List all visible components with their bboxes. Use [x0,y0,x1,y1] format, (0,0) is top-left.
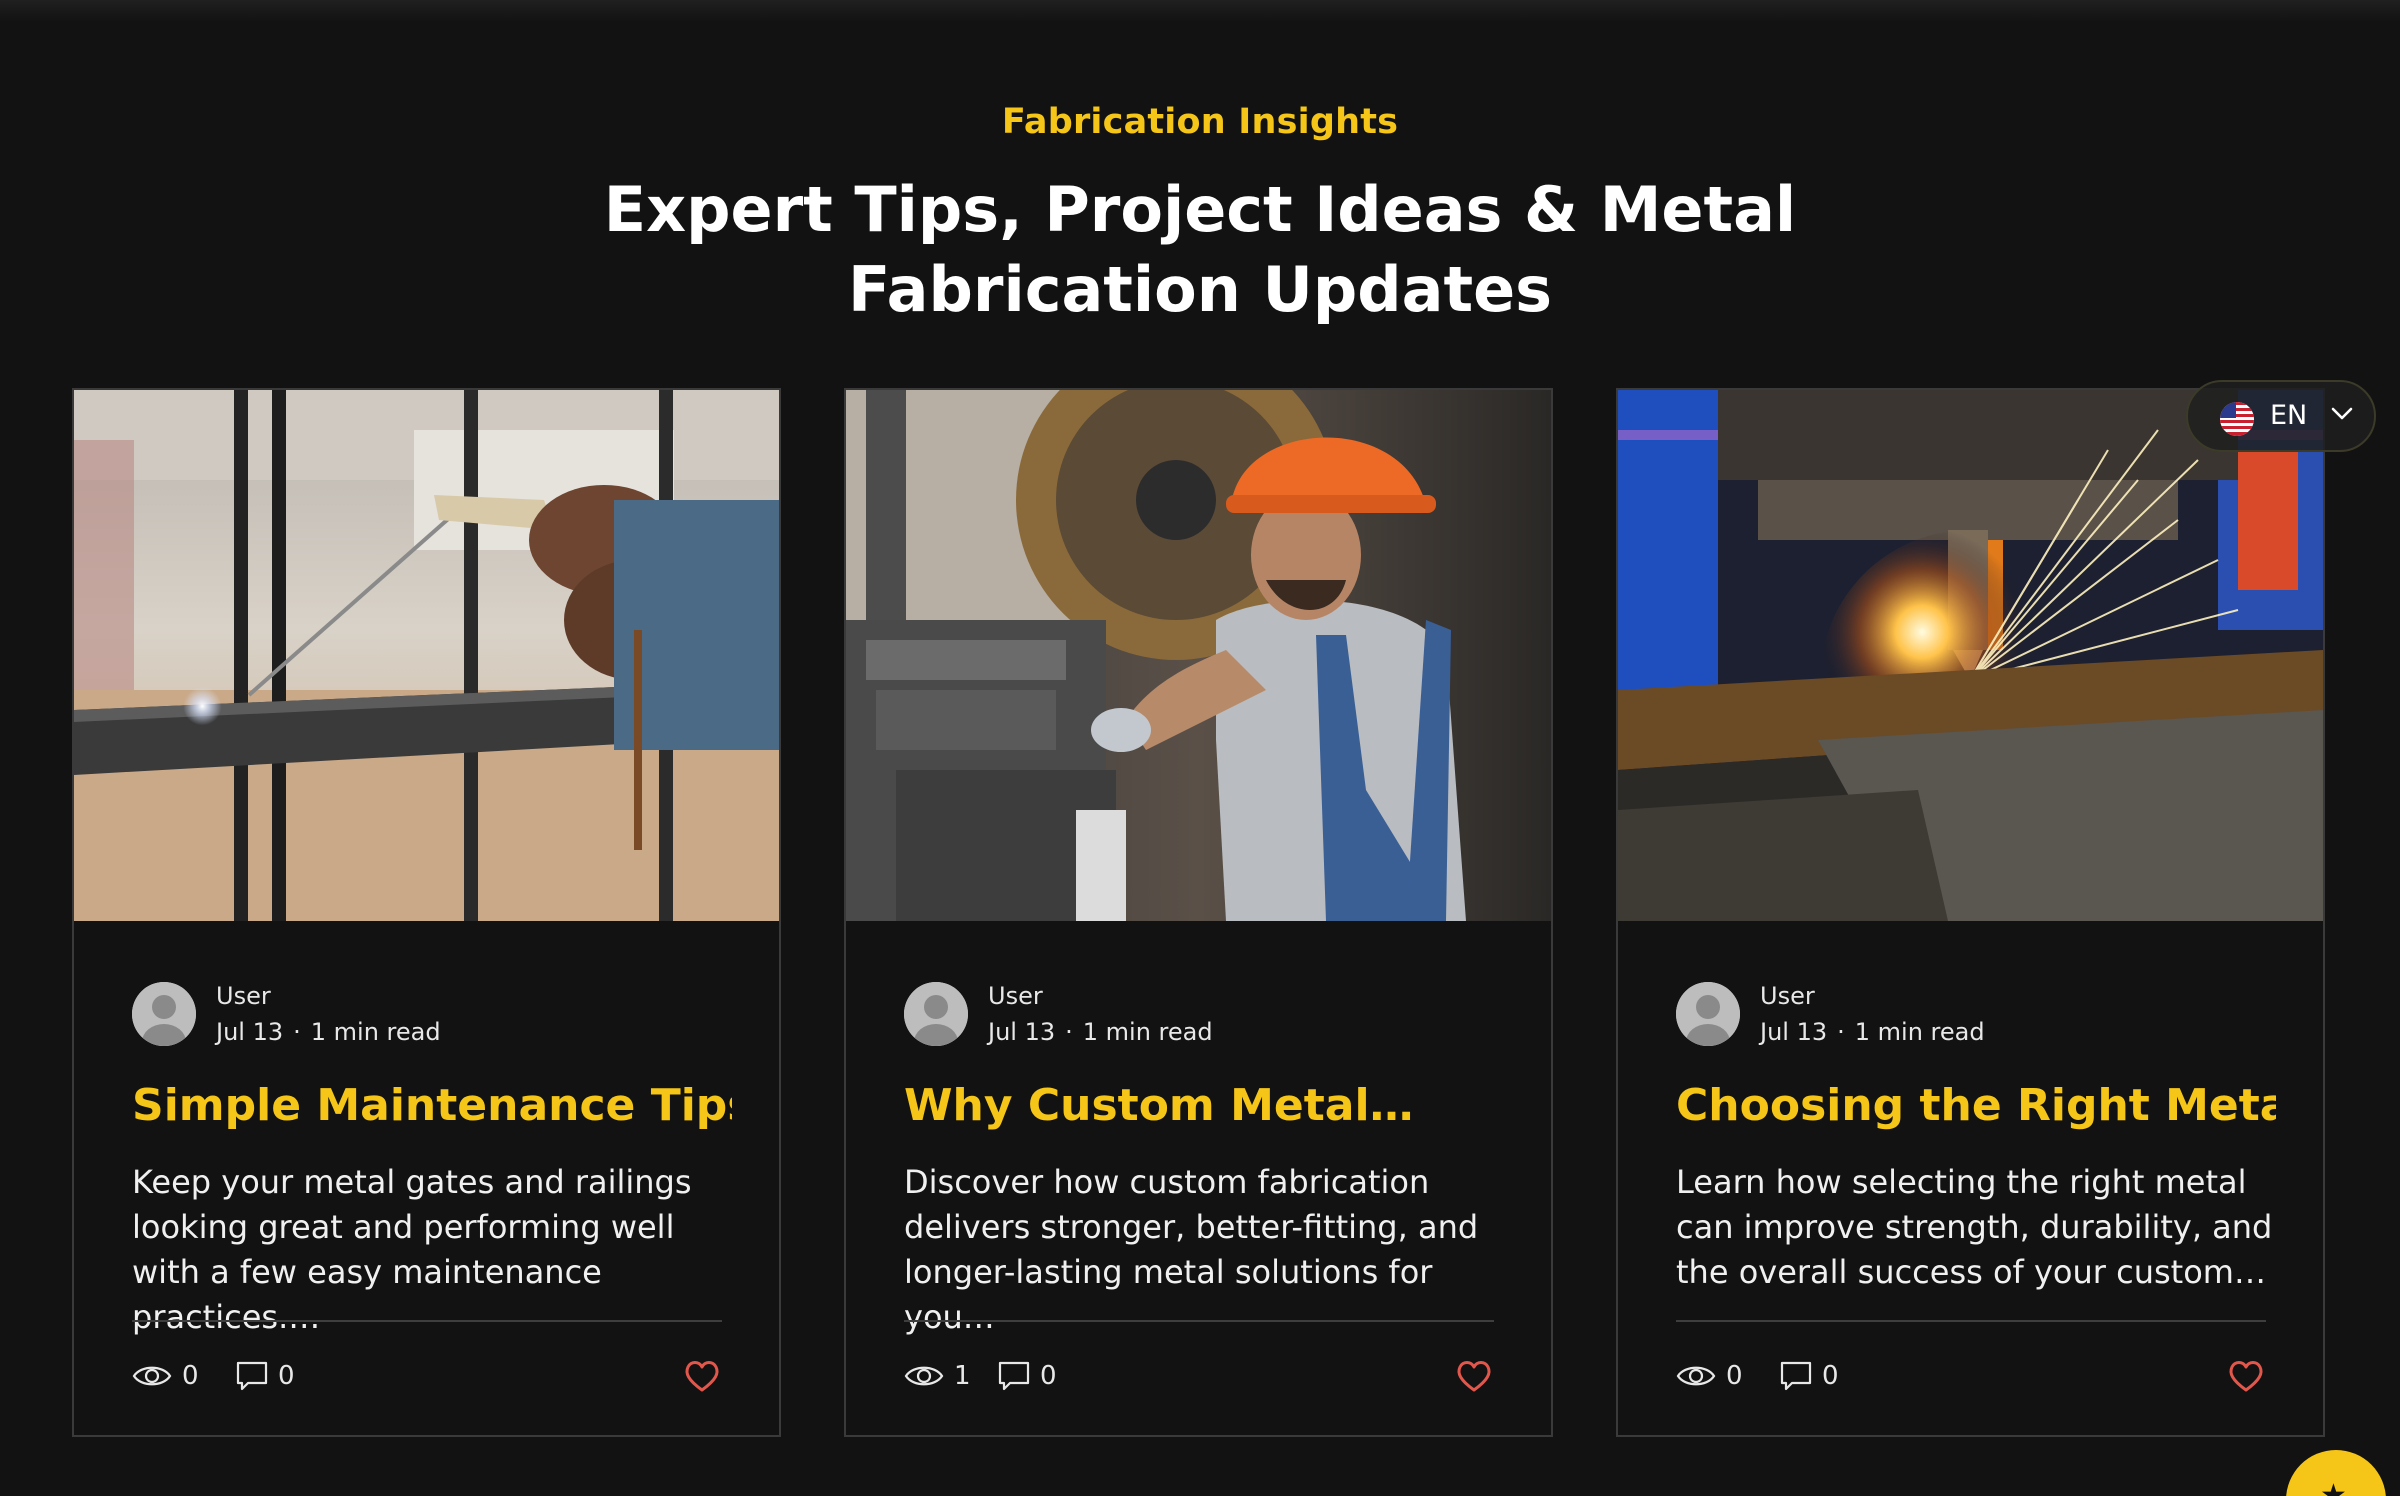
author-name[interactable]: User [216,982,271,1010]
post-excerpt[interactable]: Keep your metal gates and railings looki… [132,1160,732,1340]
post-stats: 0 0 [132,1356,722,1396]
comments-count: 0 [1822,1361,1839,1391]
author-avatar[interactable] [904,982,968,1046]
views-stat: 1 [904,1356,971,1396]
language-switcher[interactable]: EN [2186,380,2376,452]
section-headline: Expert Tips, Project Ideas & Metal Fabri… [600,170,1800,330]
star-icon: ★ [2320,1478,2347,1496]
post-meta: Jul 13 · 1 min read [988,1018,1213,1046]
card-divider [1676,1320,2266,1322]
author-name[interactable]: User [1760,982,1815,1010]
welding-gate-photo [74,390,779,921]
comments-stat[interactable]: 0 [1780,1356,1839,1396]
like-button[interactable] [1454,1356,1494,1396]
post-card[interactable]: User Jul 13 · 1 min read Simple Maintenanc… [72,388,781,1437]
worker-hard-hat-photo [846,390,1551,921]
post-cover-image[interactable] [74,390,779,921]
comment-icon [1780,1361,1812,1391]
post-meta: Jul 13 · 1 min read [1760,1018,1985,1046]
post-title[interactable]: Simple Maintenance Tips… [132,1080,732,1131]
meta-separator: · [293,1018,301,1046]
post-title[interactable]: Why Custom Metal… [904,1080,1504,1131]
meta-separator: · [1065,1018,1073,1046]
post-stats: 1 0 [904,1356,1494,1396]
comments-stat[interactable]: 0 [236,1356,295,1396]
us-flag-icon [2220,402,2254,436]
post-stats: 0 0 [1676,1356,2266,1396]
read-time: 1 min read [1082,1018,1213,1046]
card-divider [132,1320,722,1322]
card-divider [904,1320,1494,1322]
comments-stat[interactable]: 0 [998,1356,1057,1396]
post-card[interactable]: User Jul 13 · 1 min read Choosing the Righ… [1616,388,2325,1437]
post-card[interactable]: User Jul 13 · 1 min read Why Custom Metal…… [844,388,1553,1437]
heart-icon [1457,1361,1491,1392]
views-count: 0 [1726,1361,1743,1391]
post-title[interactable]: Choosing the Right Metal… [1676,1080,2276,1131]
author-avatar[interactable] [1676,982,1740,1046]
comments-count: 0 [278,1361,295,1391]
post-cover-image[interactable] [1618,390,2323,921]
header-shadow [0,0,2400,22]
like-button[interactable] [682,1356,722,1396]
read-time: 1 min read [310,1018,441,1046]
views-count: 0 [182,1361,199,1391]
views-stat: 0 [1676,1356,1743,1396]
eye-icon [132,1366,172,1386]
comment-icon [236,1361,268,1391]
post-author-row: User Jul 13 · 1 min read [904,982,1504,1050]
avatar-placeholder-icon [132,982,196,1046]
chevron-down-icon [2331,407,2353,420]
avatar-placeholder-icon [1676,982,1740,1046]
post-date: Jul 13 [216,1018,284,1046]
post-excerpt[interactable]: Discover how custom fabrication delivers… [904,1160,1504,1340]
section-eyebrow: Fabrication Insights [1001,102,1399,142]
comment-icon [998,1361,1030,1391]
post-date: Jul 13 [1760,1018,1828,1046]
blog-section: Fabrication Insights Expert Tips, Projec… [0,0,2400,1496]
post-author-row: User Jul 13 · 1 min read [132,982,732,1050]
post-excerpt[interactable]: Learn how selecting the right metal can … [1676,1160,2276,1295]
headline-line-2: Fabrication Updates [847,253,1553,326]
post-date: Jul 13 [988,1018,1056,1046]
heart-icon [2229,1361,2263,1392]
author-avatar[interactable] [132,982,196,1046]
plasma-cutting-sparks-photo [1618,390,2323,921]
floating-action-button[interactable]: ★ [2286,1450,2386,1496]
eye-icon [1676,1366,1716,1386]
comments-count: 0 [1040,1361,1057,1391]
author-name[interactable]: User [988,982,1043,1010]
headline-line-1: Expert Tips, Project Ideas & Metal [603,173,1797,246]
post-meta: Jul 13 · 1 min read [216,1018,441,1046]
read-time: 1 min read [1854,1018,1985,1046]
avatar-placeholder-icon [904,982,968,1046]
post-cover-image[interactable] [846,390,1551,921]
views-stat: 0 [132,1356,199,1396]
views-count: 1 [954,1361,971,1391]
eye-icon [904,1366,944,1386]
heart-icon [685,1361,719,1392]
language-label: EN [2270,400,2308,431]
meta-separator: · [1837,1018,1845,1046]
post-author-row: User Jul 13 · 1 min read [1676,982,2276,1050]
like-button[interactable] [2226,1356,2266,1396]
